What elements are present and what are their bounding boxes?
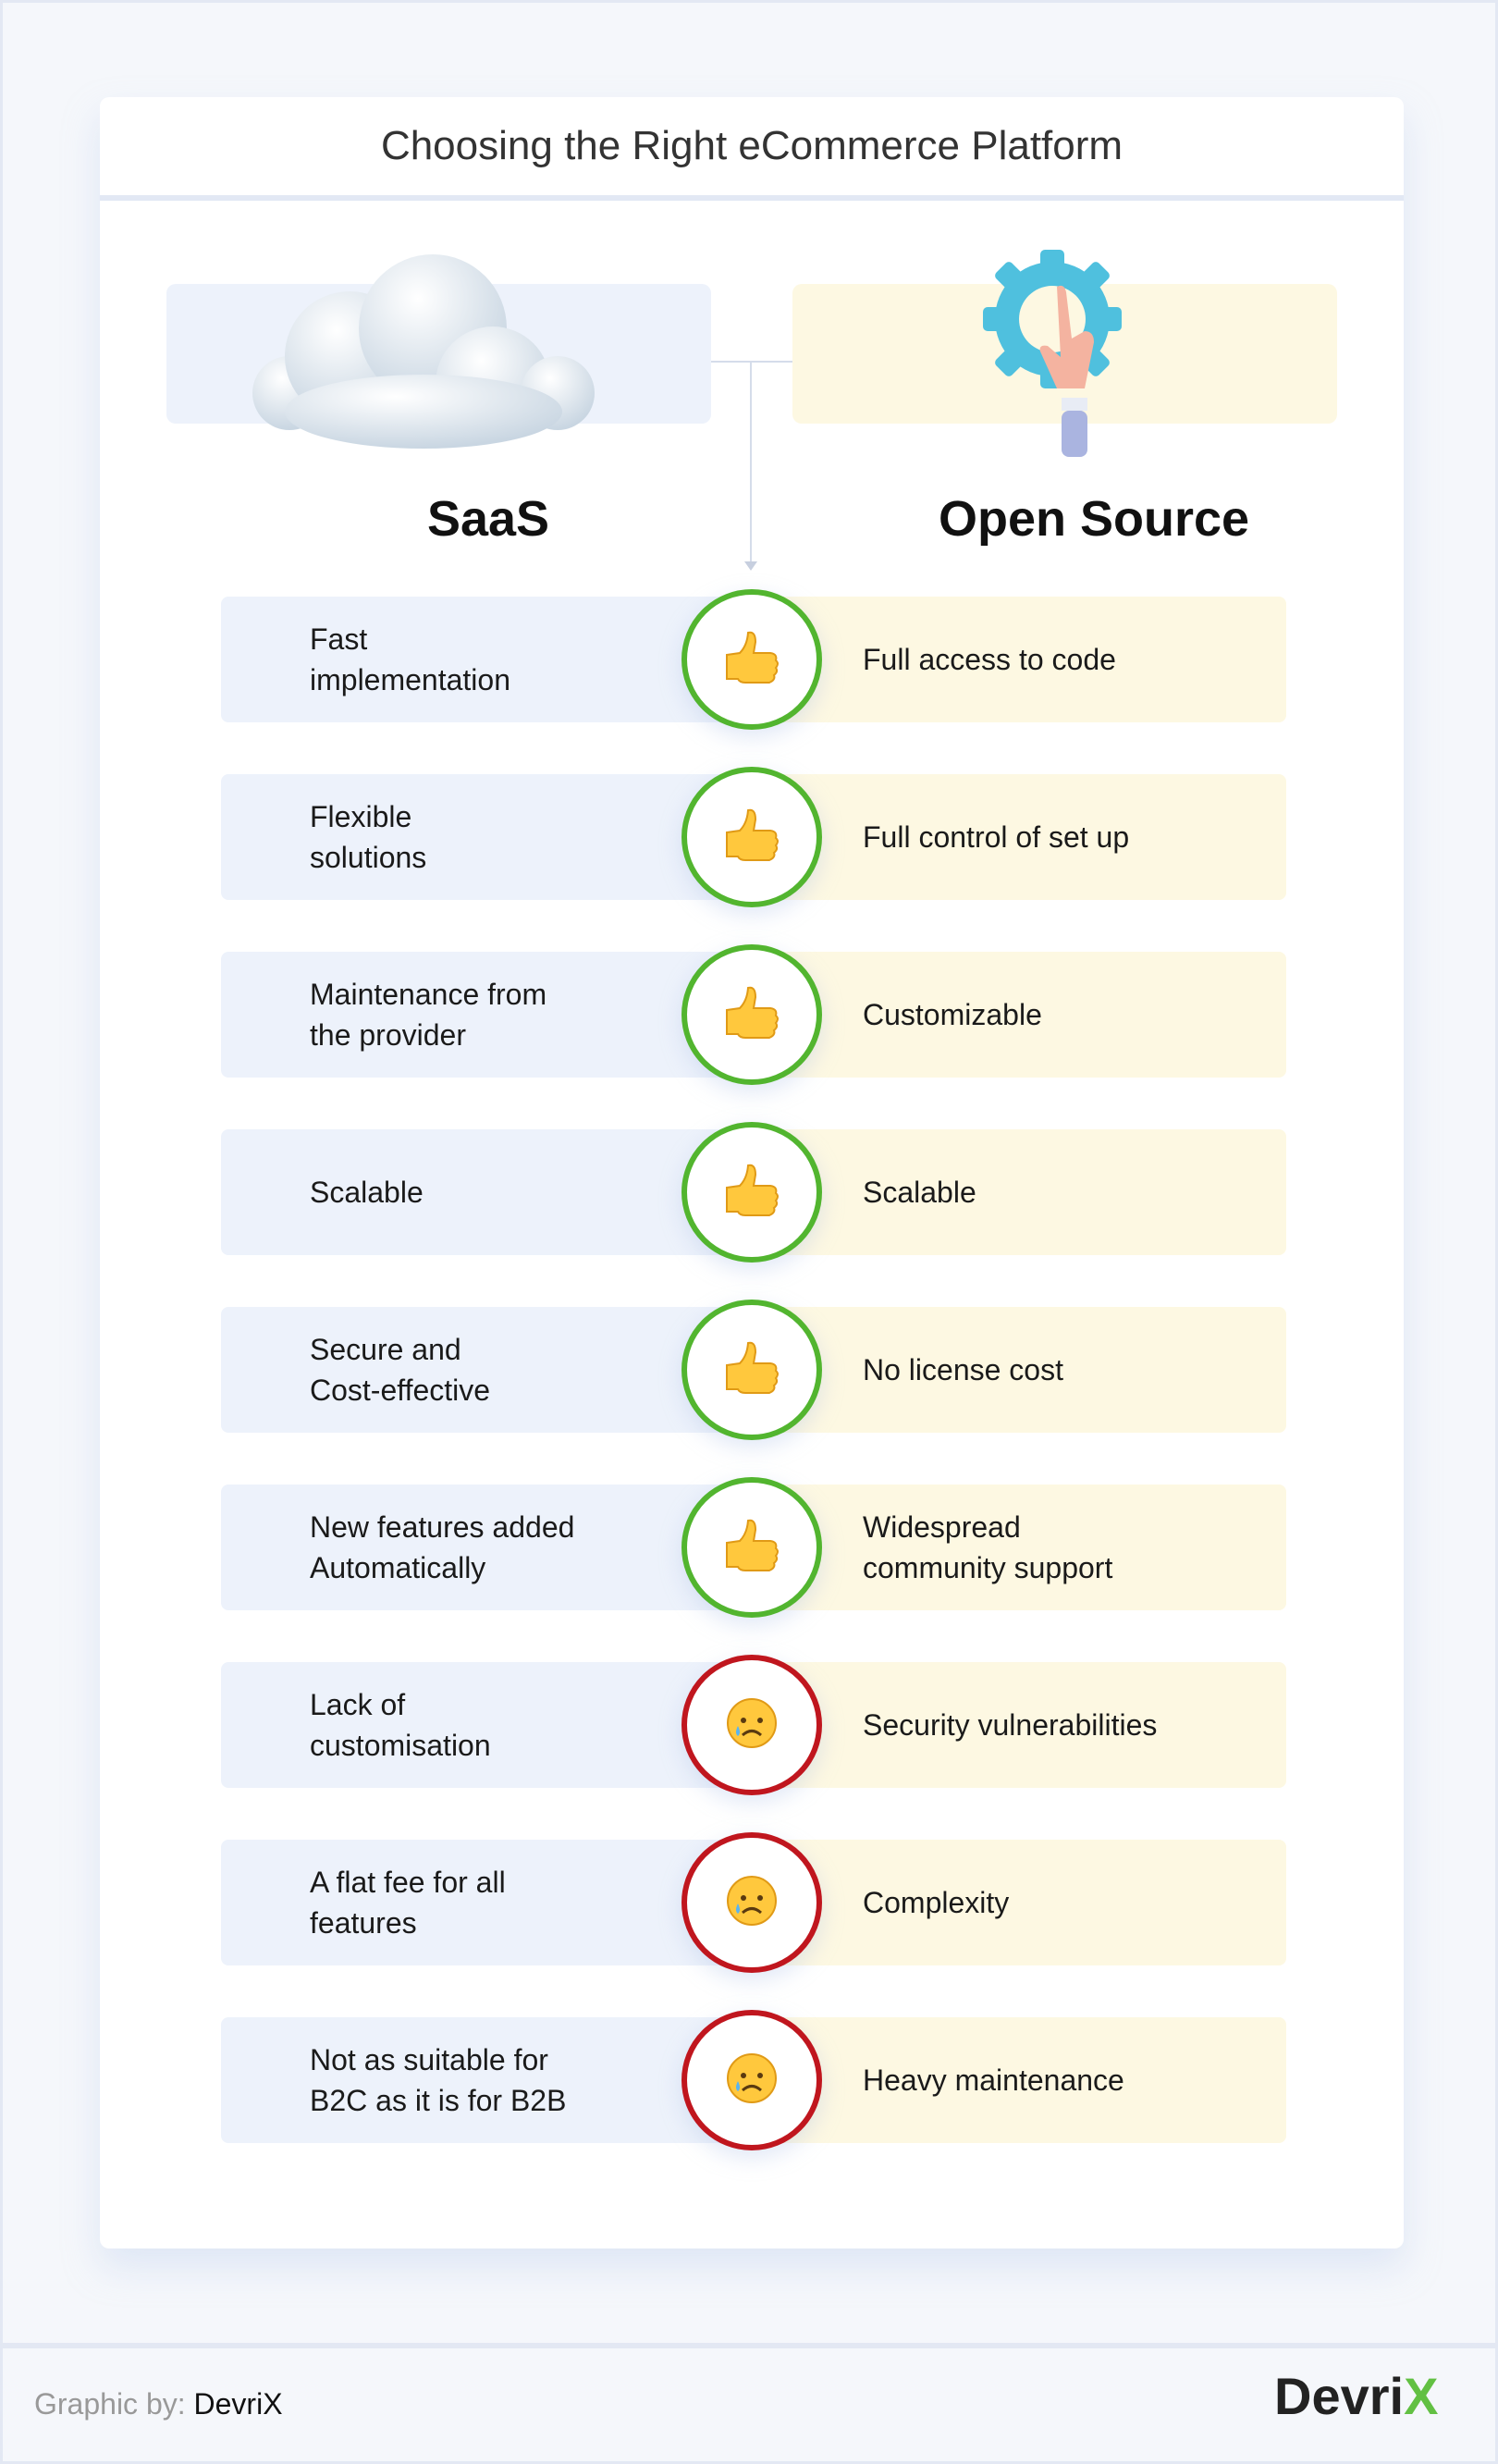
thumbs-up-icon	[724, 984, 780, 1046]
saas-point-text: Maintenance from the provider	[310, 978, 547, 1052]
arrow-down-icon	[744, 561, 757, 571]
cloud-icon	[252, 254, 595, 449]
open-source-point-text: Scalable	[863, 1176, 976, 1209]
open-source-point: Widespread community support	[750, 1485, 1286, 1610]
saas-point-text: Lack of customisation	[310, 1688, 491, 1762]
comparison-row: New features added Automatically Widespre…	[221, 1477, 1286, 1618]
open-source-point-text: Full control of set up	[863, 820, 1130, 854]
saas-point-text: Not as suitable for B2C as it is for B2B	[310, 2043, 567, 2117]
credit-label: Graphic by:	[34, 2387, 186, 2421]
con-badge	[681, 1832, 822, 1973]
open-source-point-text: Full access to code	[863, 643, 1116, 676]
pro-badge	[681, 944, 822, 1085]
thumbs-up-icon	[724, 1339, 780, 1401]
pro-badge	[681, 1300, 822, 1440]
open-source-point: Security vulnerabilities	[750, 1662, 1286, 1788]
pro-badge	[681, 1122, 822, 1263]
pro-badge	[681, 767, 822, 907]
open-source-point-text: Heavy maintenance	[863, 2064, 1124, 2097]
connector-line	[711, 361, 792, 363]
saas-point-text: Flexible solutions	[310, 800, 427, 874]
comparison-row: A flat fee for all features Complexity	[221, 1832, 1286, 1973]
comparison-row: Flexible solutions Full control of set up	[221, 767, 1286, 907]
comparison-row: Secure and Cost-effective No license cost	[221, 1300, 1286, 1440]
open-source-point: Full control of set up	[750, 774, 1286, 900]
saas-point-text: A flat fee for all features	[310, 1866, 506, 1940]
comparison-row: Scalable Scalable	[221, 1122, 1286, 1263]
logo-mark: X	[1404, 2367, 1439, 2425]
thumbs-up-icon	[724, 1517, 780, 1579]
open-source-heading: Open Source	[938, 491, 1250, 547]
page-title: Choosing the Right eCommerce Platform	[100, 97, 1404, 201]
sad-face-icon	[724, 1873, 780, 1933]
open-source-point: Complexity	[750, 1840, 1286, 1965]
pro-badge	[681, 1477, 822, 1618]
con-badge	[681, 1655, 822, 1795]
open-source-point-text: No license cost	[863, 1353, 1063, 1386]
comparison-row: Lack of customisation Security vulnerabil…	[221, 1655, 1286, 1795]
open-source-point-text: Complexity	[863, 1886, 1010, 1919]
open-source-point: Scalable	[750, 1129, 1286, 1255]
infographic-card: Choosing the Right eCommerce Platform Sa…	[100, 97, 1404, 2248]
open-source-point-text: Security vulnerabilities	[863, 1708, 1158, 1742]
thumbs-up-icon	[724, 629, 780, 691]
open-source-point: No license cost	[750, 1307, 1286, 1433]
open-source-point: Heavy maintenance	[750, 2017, 1286, 2143]
devrix-logo: DevriX	[1274, 2366, 1438, 2426]
saas-point-text: New features added Automatically	[310, 1510, 575, 1584]
logo-text: Devri	[1274, 2367, 1405, 2425]
open-source-point-text: Customizable	[863, 998, 1042, 1031]
thumbs-up-icon	[724, 1162, 780, 1224]
sad-face-icon	[724, 1695, 780, 1756]
open-source-point: Full access to code	[750, 597, 1286, 722]
comparison-row: Maintenance from the provider Customizabl…	[221, 944, 1286, 1085]
pro-badge	[681, 589, 822, 730]
gear-hand-icon	[983, 250, 1122, 457]
saas-heading: SaaS	[426, 491, 550, 547]
connector-line	[750, 361, 752, 564]
saas-point-text: Fast implementation	[310, 622, 510, 696]
comparison-row: Fast implementation Full access to code	[221, 589, 1286, 730]
con-badge	[681, 2010, 822, 2150]
footer-divider	[3, 2343, 1495, 2348]
comparison-row: Not as suitable for B2C as it is for B2B…	[221, 2010, 1286, 2150]
thumbs-up-icon	[724, 807, 780, 869]
graphic-credit: Graphic by: DevriX	[34, 2387, 283, 2421]
open-source-point: Customizable	[750, 952, 1286, 1078]
sad-face-icon	[724, 2051, 780, 2111]
saas-point-text: Secure and Cost-effective	[310, 1333, 491, 1407]
credit-name: DevriX	[193, 2387, 283, 2421]
open-source-point-text: Widespread community support	[863, 1510, 1113, 1584]
saas-point-text: Scalable	[310, 1176, 424, 1209]
